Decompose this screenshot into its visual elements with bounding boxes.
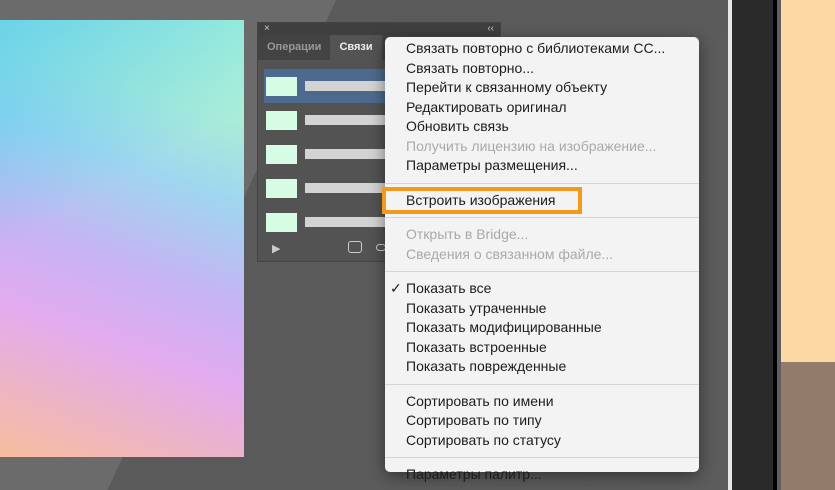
link-thumbnail (266, 212, 297, 232)
menu-item[interactable]: Перейти к связанному объекту (385, 78, 699, 98)
menu-separator (385, 182, 699, 184)
close-icon[interactable]: × (264, 23, 270, 35)
link-thumbnail (266, 178, 297, 198)
menu-item-label: Сортировать по статусу (406, 431, 561, 448)
menu-item[interactable]: Параметры размещения... (385, 156, 699, 176)
menu-item-label: Сортировать по типу (406, 412, 542, 428)
menu-item[interactable]: Сортировать по статусу (385, 431, 699, 451)
menu-item[interactable]: Сортировать по типу (385, 411, 699, 431)
menu-separator (385, 457, 699, 458)
link-thumbnail (266, 110, 297, 130)
menu-item-label: Показать все (406, 280, 492, 296)
menu-item-label: Показать поврежденные (406, 358, 567, 374)
menu-item[interactable]: Сортировать по имени (385, 392, 699, 412)
menu-item[interactable]: Показать встроенные (385, 338, 699, 358)
link-thumbnail (266, 76, 297, 96)
menu-item[interactable]: ✓ Показать все (385, 279, 699, 299)
artboard-overlay (0, 20, 244, 457)
link-thumbnail (266, 144, 297, 164)
menu-item: Сведения о связанном файле... (385, 245, 699, 265)
menu-separator (385, 217, 699, 218)
menu-item-label: Параметры размещения... (406, 157, 578, 173)
menu-item-label: Параметры палитр... (406, 466, 542, 482)
menu-item-label: Связать повторно... (406, 59, 534, 76)
tab-links[interactable]: Связи (330, 35, 382, 60)
menu-item[interactable]: Параметры палитр... (385, 465, 699, 485)
check-icon: ✓ (390, 280, 402, 296)
menu-item[interactable]: Показать утраченные (385, 299, 699, 319)
menu-item-label: Получить лицензию на изображение... (406, 137, 657, 154)
menu-item-label: Открыть в Bridge... (406, 226, 529, 242)
menu-separator (385, 383, 699, 385)
menu-item-label: Перейти к связанному объекту (406, 79, 608, 95)
collapse-icon[interactable]: ‹‹ (487, 23, 494, 35)
menu-item-label: Редактировать оригинал (406, 98, 567, 115)
swatch-peach (781, 0, 835, 362)
context-menu: Связать повторно с библиотеками CC... Свя… (382, 37, 699, 482)
menu-item[interactable]: Редактировать оригинал (385, 98, 699, 118)
menu-item-label: Обновить связь (406, 118, 509, 134)
menu-item: Открыть в Bridge... (385, 225, 699, 245)
menu-item[interactable]: Связать повторно... (385, 59, 699, 79)
side-panel (732, 0, 777, 490)
menu-item-label: Показать утраченные (406, 299, 547, 316)
menu-item[interactable]: Встроить изображения (382, 186, 582, 214)
menu-item-label: Показать модифицированные (406, 319, 602, 335)
menu-item[interactable]: Показать модифицированные (385, 318, 699, 338)
menu-item-label: Показать встроенные (406, 338, 547, 355)
menu-item[interactable]: Показать поврежденные (385, 357, 699, 377)
menu-item: Получить лицензию на изображение... (385, 137, 699, 157)
menu-item[interactable]: Обновить связь (385, 117, 699, 137)
menu-item-label: Связать повторно с библиотеками CC... (406, 40, 666, 56)
play-icon[interactable]: ▶ (272, 242, 280, 255)
menu-item-label: Сведения о связанном файле... (406, 245, 614, 262)
menu-item[interactable]: Связать повторно с библиотеками CC... (385, 39, 699, 59)
swatch-brown (781, 362, 835, 490)
menu-separator (385, 271, 699, 272)
menu-item-label: Встроить изображения (406, 191, 556, 208)
menu-item-label: Сортировать по имени (406, 392, 554, 409)
relink-icon[interactable] (348, 241, 362, 253)
tab-operations[interactable]: Операции (258, 35, 330, 60)
